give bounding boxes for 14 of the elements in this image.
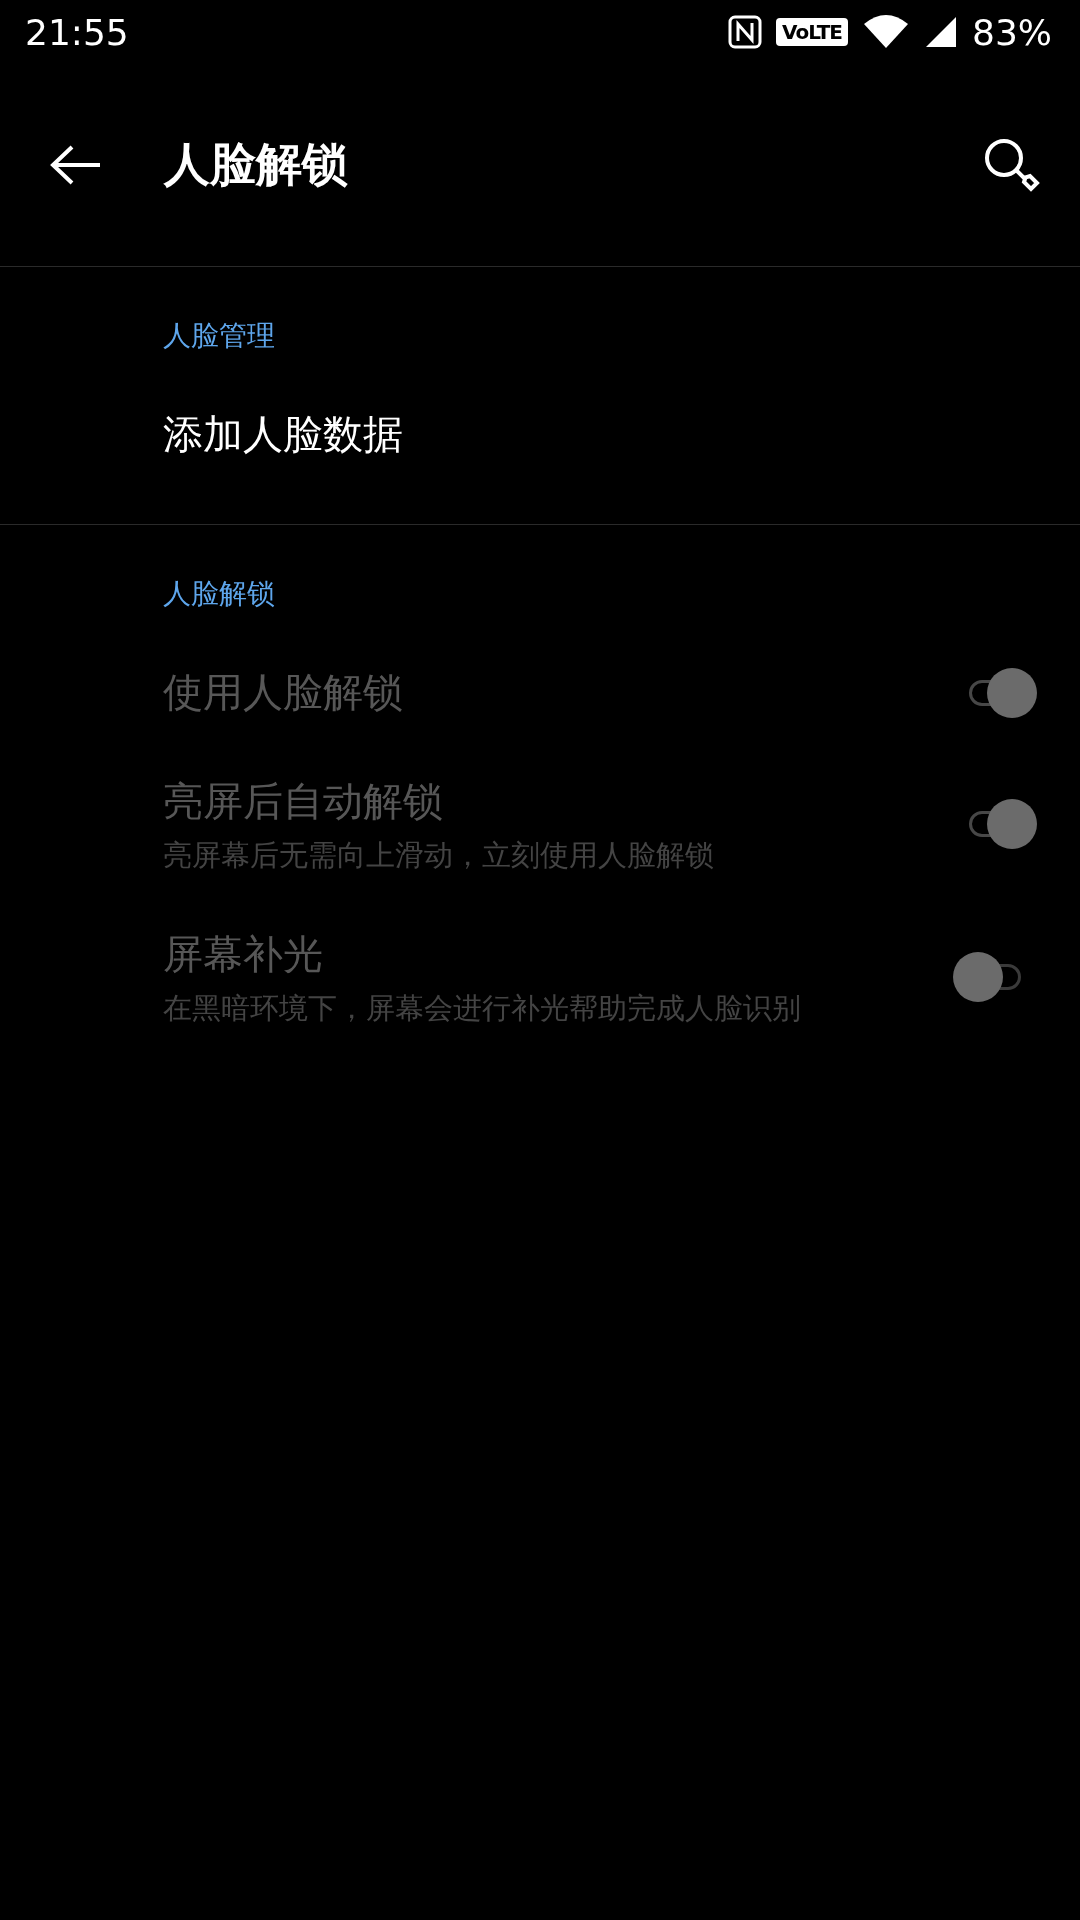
status-time: 21:55 xyxy=(25,11,130,53)
nfc-icon xyxy=(728,15,763,49)
page-title: 人脸解锁 xyxy=(164,136,349,193)
search-icon[interactable] xyxy=(982,136,1040,194)
back-button[interactable] xyxy=(50,145,102,185)
signal-icon xyxy=(924,15,958,49)
section-header: 人脸管理 xyxy=(163,318,276,354)
volte-badge: VoLTE xyxy=(776,18,848,46)
setting-description: 在黑暗环境下，屏幕会进行补光帮助完成人脸识别 xyxy=(163,990,802,1027)
setting-description: 亮屏幕后无需向上滑动，立刻使用人脸解锁 xyxy=(163,837,715,874)
wifi-icon xyxy=(862,14,910,50)
setting-title[interactable]: 添加人脸数据 xyxy=(163,407,863,462)
section-header: 人脸解锁 xyxy=(163,576,276,612)
battery-text: 83% xyxy=(972,11,1052,53)
